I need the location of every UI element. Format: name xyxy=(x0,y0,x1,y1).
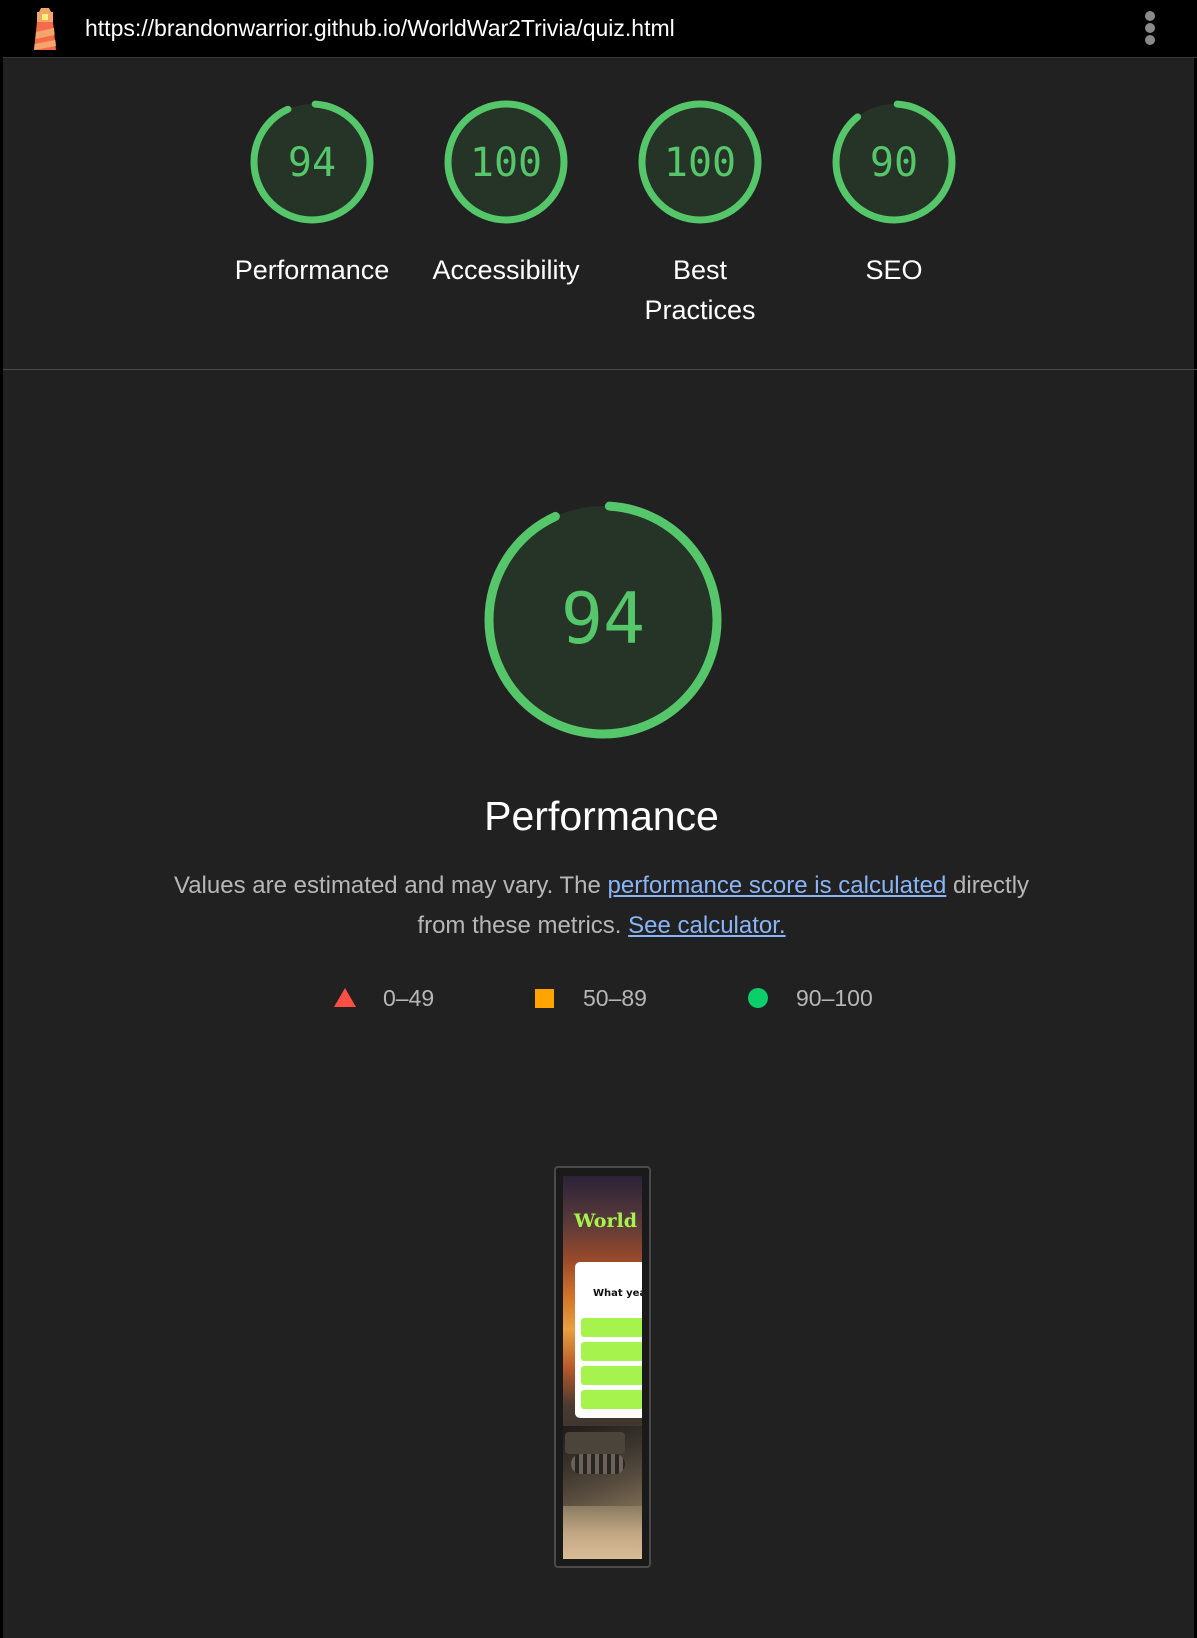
triangle-icon xyxy=(334,988,356,1007)
circle-icon xyxy=(748,988,768,1008)
gauge-score: 90 xyxy=(870,140,918,186)
legend-range: 50–89 xyxy=(583,985,647,1011)
thumbnail-quiz-card: What year d xyxy=(575,1262,642,1418)
gauge-ring: 100 xyxy=(444,100,568,224)
screenshot-thumbnail: World W What year d xyxy=(563,1176,642,1559)
performance-score: 94 xyxy=(561,578,645,660)
thumbnail-answer xyxy=(581,1366,642,1385)
gauge-accessibility[interactable]: 100 Accessibility xyxy=(418,98,594,290)
thumbnail-answer xyxy=(581,1318,642,1337)
thumbnail-question: What year d xyxy=(593,1288,642,1299)
legend-range: 0–49 xyxy=(383,985,435,1011)
gauge-label: Accessibility xyxy=(432,255,580,285)
score-gauges: 94 Performance 100 Accessibility 100 Bes… xyxy=(3,58,1197,370)
performance-title: Performance xyxy=(484,793,719,839)
thumbnail-title: World W xyxy=(574,1210,642,1232)
legend-range: 90–100 xyxy=(796,985,873,1011)
lighthouse-icon xyxy=(34,8,56,50)
square-icon xyxy=(535,989,554,1008)
performance-description: Values are estimated and may vary. The p… xyxy=(153,866,1050,946)
gauge-label: Best Practices xyxy=(644,255,756,325)
score-calculated-link[interactable]: performance score is calculated xyxy=(608,872,947,899)
gauge-ring: 100 xyxy=(638,100,762,224)
gauge-label: SEO xyxy=(865,255,923,285)
final-screenshot: World W What year d xyxy=(554,1166,651,1568)
gauge-seo[interactable]: 90 SEO xyxy=(806,98,982,290)
lighthouse-report: https://brandonwarrior.github.io/WorldWa… xyxy=(0,0,1197,1638)
gauge-best-practices[interactable]: 100 Best Practices xyxy=(612,98,788,330)
thumbnail-answer xyxy=(581,1342,642,1361)
gauge-label: Performance xyxy=(234,255,390,285)
gauge-performance[interactable]: 94 Performance xyxy=(224,98,400,290)
thumbnail-answer xyxy=(581,1390,642,1409)
gauge-score: 100 xyxy=(470,140,542,186)
score-legend: 0–49 50–89 90–100 xyxy=(3,982,1197,1014)
thumbnail-tank-image xyxy=(563,1426,642,1506)
see-calculator-link[interactable]: See calculator. xyxy=(628,912,785,939)
url-bar: https://brandonwarrior.github.io/WorldWa… xyxy=(3,0,1197,58)
more-options-icon[interactable] xyxy=(1137,8,1163,48)
page-url[interactable]: https://brandonwarrior.github.io/WorldWa… xyxy=(85,13,675,43)
gauge-score: 100 xyxy=(664,140,736,186)
desc-prefix: Values are estimated and may vary. The xyxy=(173,872,608,899)
gauge-ring: 94 xyxy=(250,100,374,224)
performance-gauge: 94 xyxy=(484,501,722,739)
gauge-ring: 90 xyxy=(832,100,956,224)
gauge-score: 94 xyxy=(288,140,336,186)
